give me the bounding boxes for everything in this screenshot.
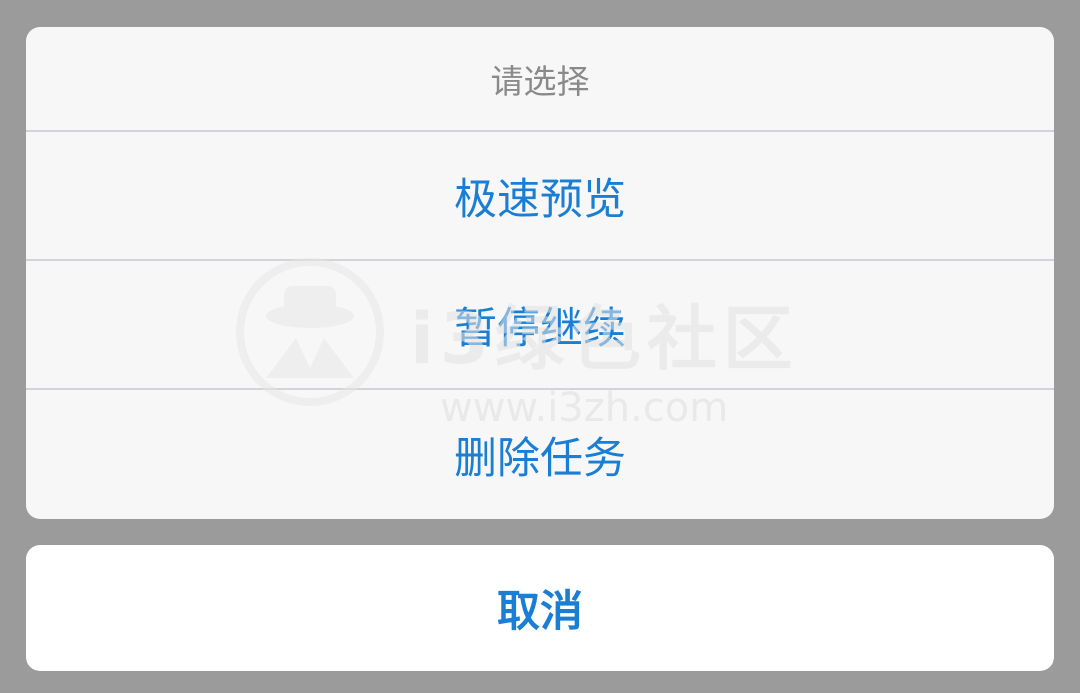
cancel-button[interactable]: 取消 <box>26 545 1054 671</box>
fast-preview-button[interactable]: 极速预览 <box>26 132 1054 261</box>
action-sheet: 请选择 极速预览 暂停继续 删除任务 <box>26 27 1054 519</box>
action-sheet-title: 请选择 <box>26 27 1054 132</box>
pause-resume-button[interactable]: 暂停继续 <box>26 261 1054 390</box>
delete-task-button[interactable]: 删除任务 <box>26 390 1054 519</box>
screen: 请选择 极速预览 暂停继续 删除任务 i3绿色社区 www.i3zh.com 取… <box>0 0 1080 693</box>
